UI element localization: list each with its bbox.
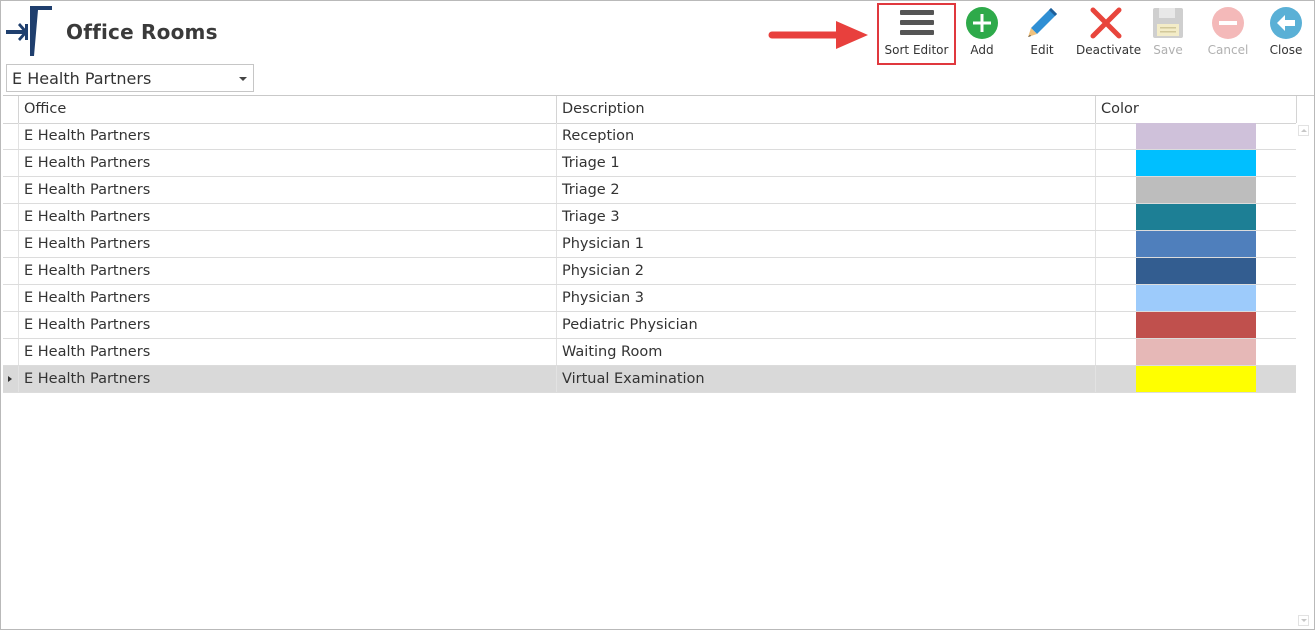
office-cell[interactable]: E Health Partners	[18, 177, 556, 203]
floppy-disk-icon	[1151, 6, 1185, 43]
pencil-icon	[1025, 6, 1059, 43]
add-label: Add	[970, 43, 994, 57]
edit-button[interactable]: Edit	[1022, 4, 1062, 64]
table-row[interactable]: E Health Partners Virtual Examination	[3, 366, 1296, 393]
office-cell[interactable]: E Health Partners	[18, 204, 556, 230]
description-cell[interactable]: Waiting Room	[556, 339, 1095, 365]
row-indicator-icon	[8, 376, 12, 382]
x-icon	[1089, 6, 1123, 43]
description-cell[interactable]: Pediatric Physician	[556, 312, 1095, 338]
table-row[interactable]: E Health Partners Pediatric Physician	[3, 312, 1296, 339]
table-row[interactable]: E Health Partners Reception	[3, 123, 1296, 150]
cancel-label: Cancel	[1207, 43, 1249, 57]
sort-editor-button[interactable]: Sort Editor	[877, 3, 956, 65]
table-row[interactable]: E Health Partners Triage 3	[3, 204, 1296, 231]
column-header-office[interactable]: Office	[18, 96, 556, 123]
hamburger-menu-icon	[899, 9, 934, 40]
description-cell[interactable]: Triage 3	[556, 204, 1095, 230]
vertical-scrollbar[interactable]	[1296, 123, 1312, 628]
description-cell[interactable]: Physician 2	[556, 258, 1095, 284]
description-cell[interactable]: Physician 3	[556, 285, 1095, 311]
office-cell[interactable]: E Health Partners	[18, 312, 556, 338]
office-dropdown[interactable]: E Health Partners	[6, 64, 254, 92]
description-cell[interactable]: Triage 2	[556, 177, 1095, 203]
office-dropdown-value: E Health Partners	[12, 69, 152, 88]
office-cell[interactable]: E Health Partners	[18, 150, 556, 176]
app-logo	[6, 6, 56, 56]
scroll-down-icon[interactable]	[1298, 615, 1309, 626]
office-cell[interactable]: E Health Partners	[18, 285, 556, 311]
color-swatch[interactable]	[1136, 177, 1256, 203]
color-swatch[interactable]	[1136, 285, 1256, 311]
table-row[interactable]: E Health Partners Physician 2	[3, 258, 1296, 285]
color-swatch[interactable]	[1136, 123, 1256, 149]
office-cell[interactable]: E Health Partners	[18, 231, 556, 257]
save-button[interactable]: Save	[1148, 4, 1188, 64]
cancel-button[interactable]: Cancel	[1206, 4, 1250, 64]
color-swatch[interactable]	[1136, 204, 1256, 230]
plus-circle-icon	[965, 6, 999, 43]
office-cell[interactable]: E Health Partners	[18, 339, 556, 365]
close-button[interactable]: Close	[1266, 4, 1306, 64]
description-cell[interactable]: Reception	[556, 123, 1095, 149]
column-header-spacer	[1296, 96, 1312, 123]
color-swatch[interactable]	[1136, 150, 1256, 176]
page-title: Office Rooms	[66, 20, 218, 44]
table-row[interactable]: E Health Partners Physician 3	[3, 285, 1296, 312]
deactivate-button[interactable]: Deactivate	[1076, 4, 1142, 64]
office-cell[interactable]: E Health Partners	[18, 258, 556, 284]
chevron-down-icon	[239, 77, 247, 81]
description-cell[interactable]: Physician 1	[556, 231, 1095, 257]
color-swatch[interactable]	[1136, 339, 1256, 365]
add-button[interactable]: Add	[962, 4, 1002, 64]
description-cell[interactable]: Triage 1	[556, 150, 1095, 176]
deactivate-label: Deactivate	[1076, 43, 1142, 57]
table-row[interactable]: E Health Partners Physician 1	[3, 231, 1296, 258]
office-cell[interactable]: E Health Partners	[18, 366, 556, 392]
grid-header: Office Description Color	[3, 96, 1297, 124]
table-row[interactable]: E Health Partners Triage 1	[3, 150, 1296, 177]
annotation-arrow-icon	[766, 17, 872, 57]
color-swatch[interactable]	[1136, 231, 1256, 257]
color-swatch[interactable]	[1136, 258, 1256, 284]
save-label: Save	[1153, 43, 1183, 57]
scroll-up-icon[interactable]	[1298, 125, 1309, 136]
color-swatch[interactable]	[1136, 366, 1256, 392]
edit-label: Edit	[1030, 43, 1054, 57]
close-label: Close	[1269, 43, 1303, 57]
office-rooms-grid: Office Description Color E Health Partne…	[3, 95, 1314, 629]
column-header-color[interactable]: Color	[1095, 96, 1296, 123]
sort-editor-label: Sort Editor	[884, 43, 949, 57]
description-cell[interactable]: Virtual Examination	[556, 366, 1095, 392]
table-row[interactable]: E Health Partners Waiting Room	[3, 339, 1296, 366]
minus-circle-icon	[1211, 6, 1245, 43]
office-cell[interactable]: E Health Partners	[18, 123, 556, 149]
color-swatch[interactable]	[1136, 312, 1256, 338]
table-row[interactable]: E Health Partners Triage 2	[3, 177, 1296, 204]
column-header-description[interactable]: Description	[556, 96, 1095, 123]
arrow-left-circle-icon	[1269, 6, 1303, 43]
